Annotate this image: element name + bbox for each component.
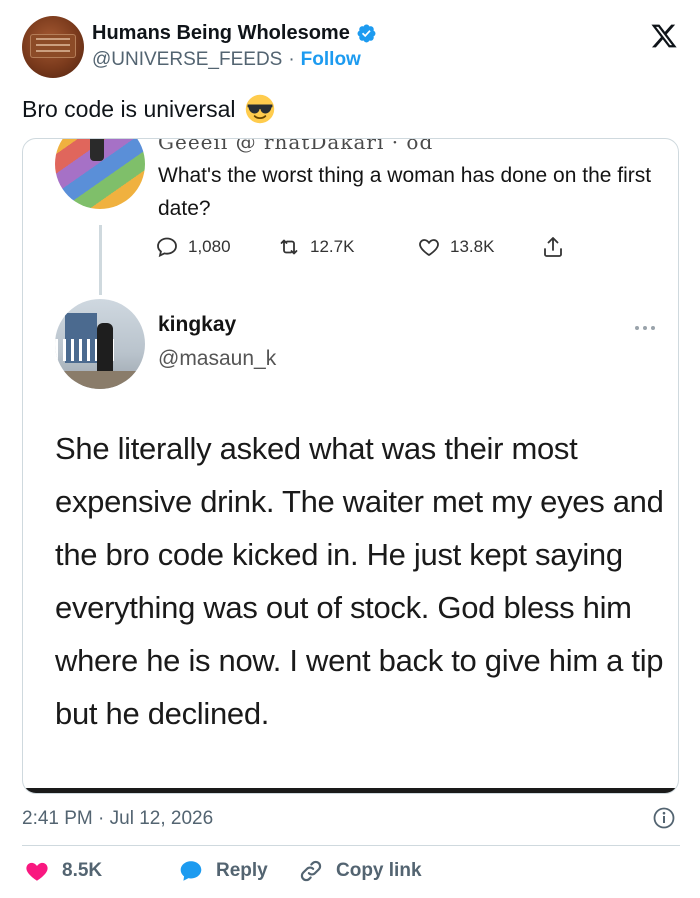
tweet-text: Bro code is universal [22, 93, 276, 125]
divider [22, 845, 680, 846]
avatar[interactable] [22, 16, 84, 78]
like-count: 13.8K [450, 237, 495, 256]
author-handle[interactable]: @UNIVERSE_FEEDS [92, 49, 282, 71]
reply-action: 1,080 [155, 235, 277, 259]
copy-link-button[interactable]: Copy link [298, 858, 422, 884]
tweet-timestamp[interactable]: 2:41 PM · Jul 12, 2026 [22, 808, 213, 830]
avatar-plaque-image [30, 34, 76, 58]
embedded-tweet-screenshot[interactable]: Geeeii @ rhatDakari · od What's the wors… [22, 138, 679, 794]
reply-count: 1,080 [188, 237, 231, 256]
handle-row: @UNIVERSE_FEEDS · Follow [92, 49, 361, 71]
reply-author-name: kingkay [158, 313, 237, 336]
reply-author-avatar [55, 299, 145, 389]
follow-button[interactable]: Follow [301, 49, 361, 71]
heart-filled-icon [26, 862, 48, 881]
heart-outline-icon [419, 239, 439, 257]
share-icon [544, 237, 562, 257]
reply-bubble-icon [157, 237, 177, 258]
sunglasses-emoji-icon [245, 94, 274, 124]
verified-badge-icon [357, 24, 376, 43]
tweet-actions: 8.5K Reply Copy link [24, 858, 422, 884]
retweet-count: 12.7K [310, 237, 355, 256]
retweet-icon [280, 239, 298, 255]
copy-link-label: Copy link [336, 860, 422, 881]
question-author-avatar [55, 139, 145, 209]
display-name[interactable]: Humans Being Wholesome [92, 22, 350, 45]
separator-dot: · [288, 49, 295, 70]
retweet-action: 12.7K [277, 235, 417, 259]
link-icon [300, 860, 322, 882]
reply-label: Reply [216, 860, 268, 881]
question-actions: 1,080 12.7K 13.8K [155, 235, 565, 259]
share-action [541, 235, 565, 259]
more-options-icon [635, 326, 655, 330]
screenshot-edge [23, 788, 678, 793]
tweet-body: Bro code is universal [22, 95, 236, 122]
question-text: What's the worst thing a woman has done … [158, 164, 652, 220]
reply-text: She literally asked what was their most … [55, 431, 664, 731]
cut-off-header: Geeeii @ rhatDakari · od [158, 138, 434, 154]
like-count: 8.5K [62, 860, 103, 881]
reply-author-handle: @masaun_k [158, 347, 277, 370]
author-name-row: Humans Being Wholesome [92, 22, 377, 45]
info-icon[interactable] [652, 806, 676, 830]
tweet-header: Humans Being Wholesome @UNIVERSE_FEEDS ·… [22, 16, 682, 80]
reply-bubble-icon [180, 861, 202, 881]
thread-connector [99, 225, 102, 295]
like-button[interactable]: 8.5K [24, 858, 178, 884]
reply-button[interactable]: Reply [178, 858, 298, 884]
x-logo-icon[interactable] [650, 22, 678, 50]
like-action: 13.8K [417, 235, 541, 259]
